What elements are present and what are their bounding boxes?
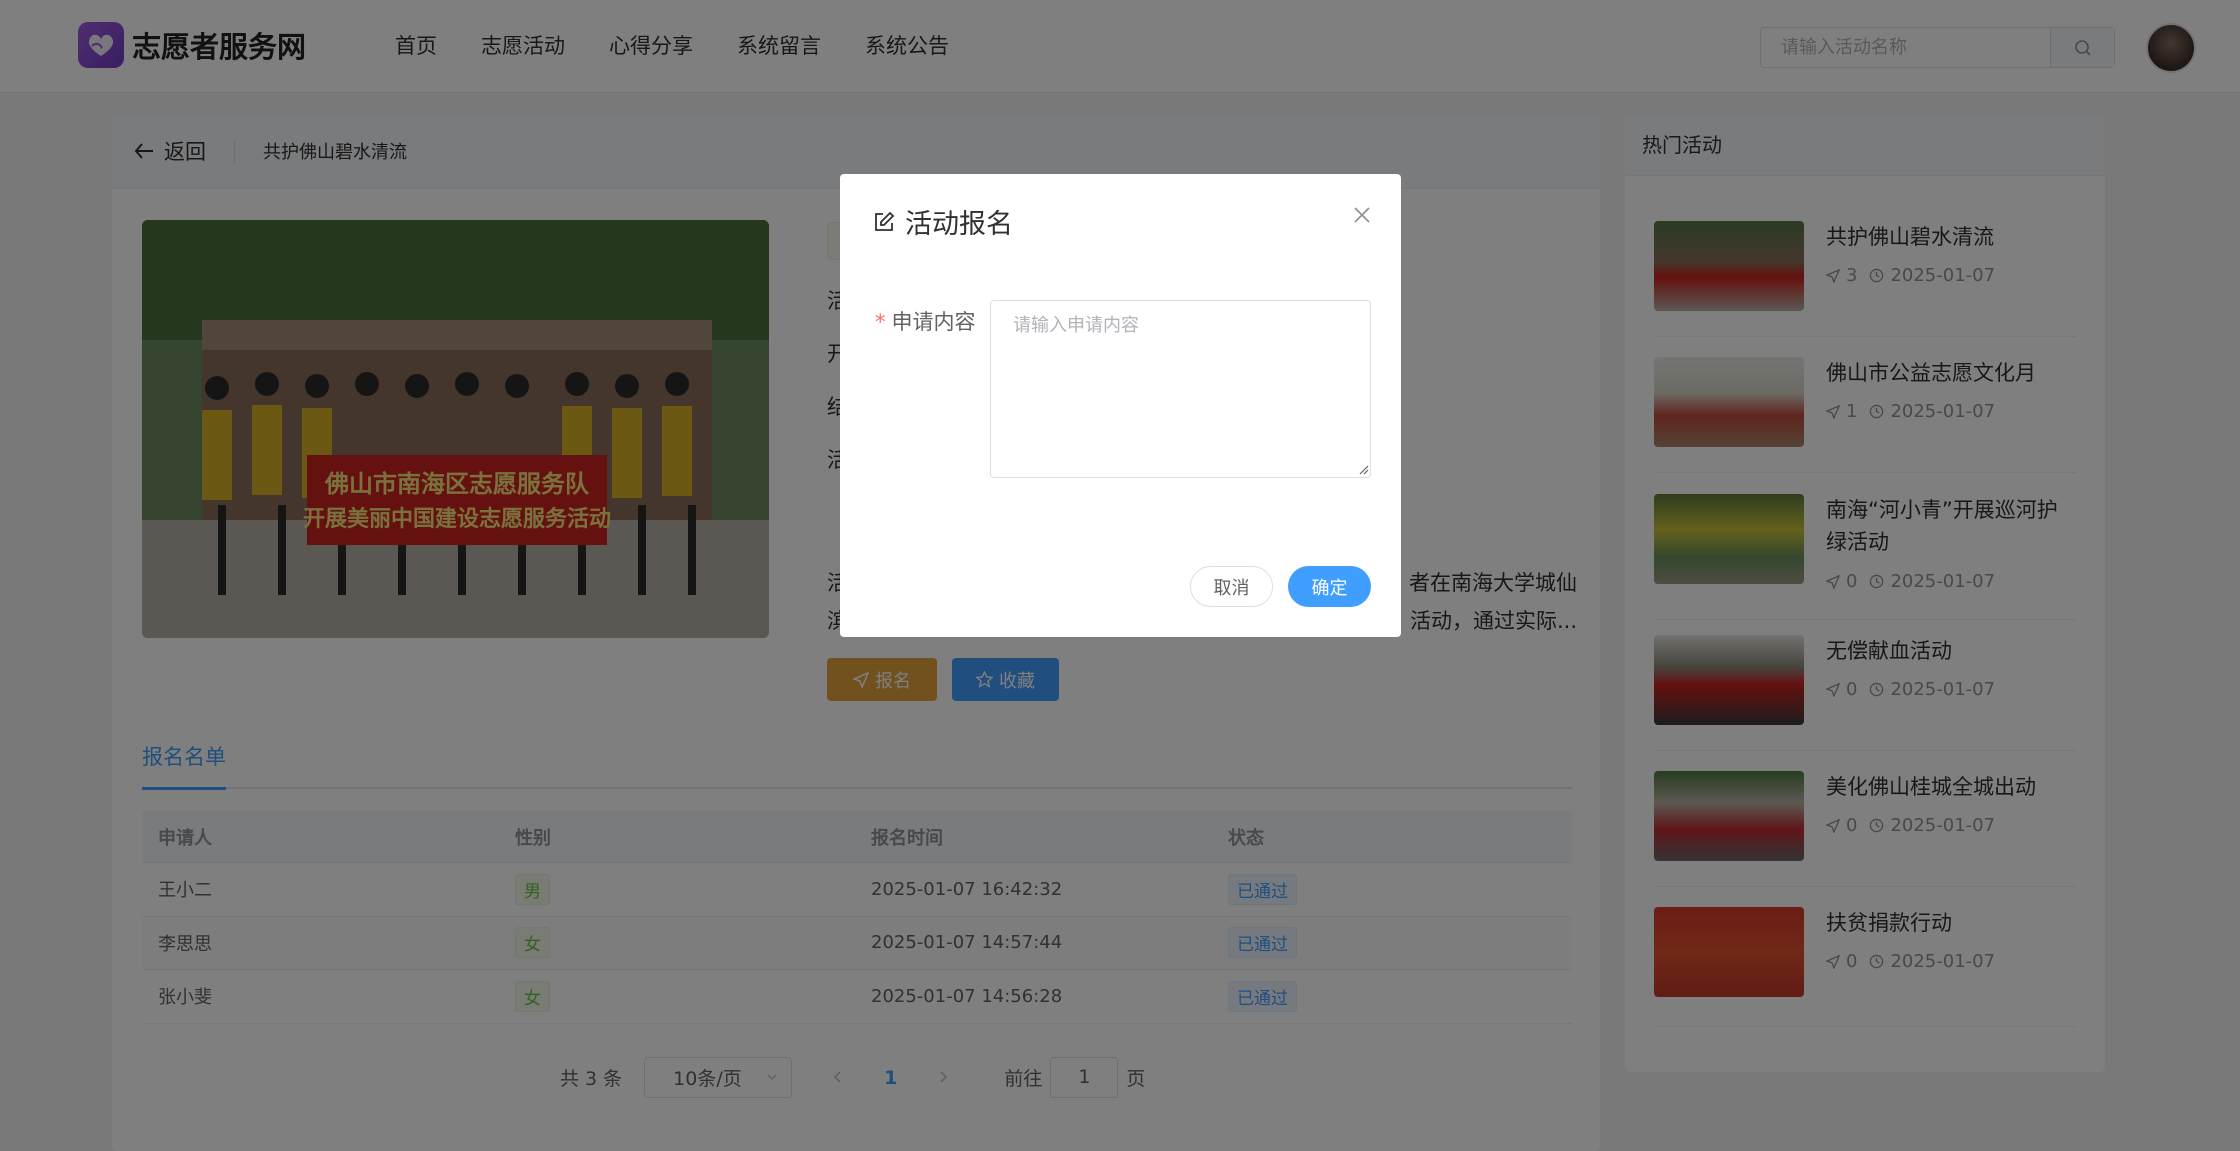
field-label: * 申请内容 [875,306,976,336]
dialog-title: 活动报名 [873,202,1013,241]
edit-icon [875,211,895,231]
dialog-close-button[interactable] [1353,206,1371,228]
required-mark: * [875,310,886,334]
application-content-textarea[interactable] [990,300,1371,478]
signup-dialog: 活动报名 *申请内容 取消 确定 [840,174,1401,637]
confirm-button[interactable]: 确定 [1288,566,1371,607]
dialog-title-text: 活动报名 [905,209,1013,240]
field-label-text: 申请内容 [891,310,976,334]
close-icon [1354,207,1370,223]
resize-handle-icon[interactable] [1359,465,1369,475]
cancel-button[interactable]: 取消 [1190,566,1273,607]
